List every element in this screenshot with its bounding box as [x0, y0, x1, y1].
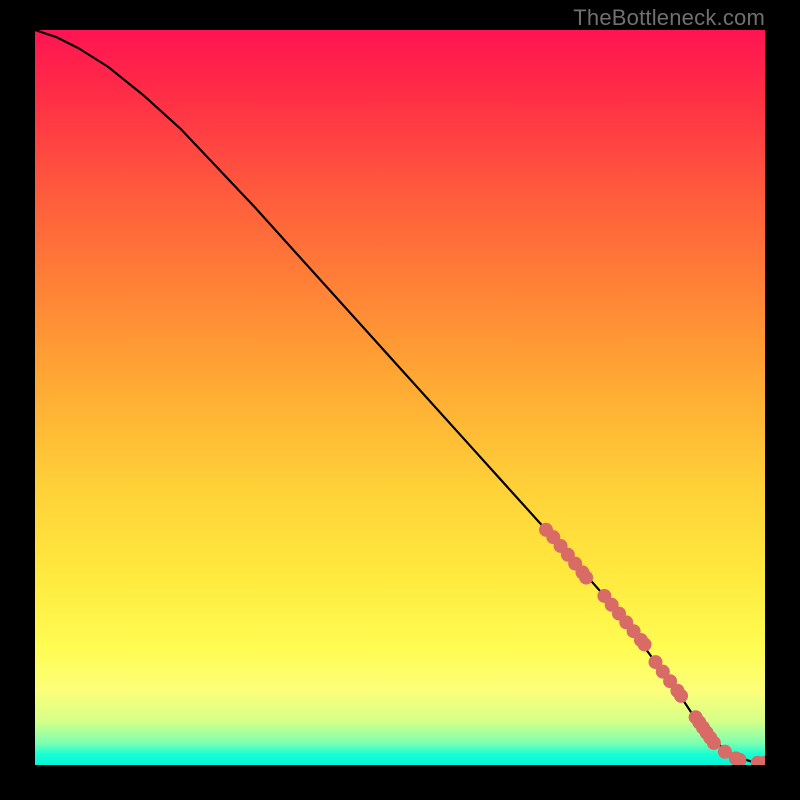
chart-frame: TheBottleneck.com — [0, 0, 800, 800]
plot-area — [35, 30, 765, 765]
watermark-text: TheBottleneck.com — [573, 5, 765, 31]
